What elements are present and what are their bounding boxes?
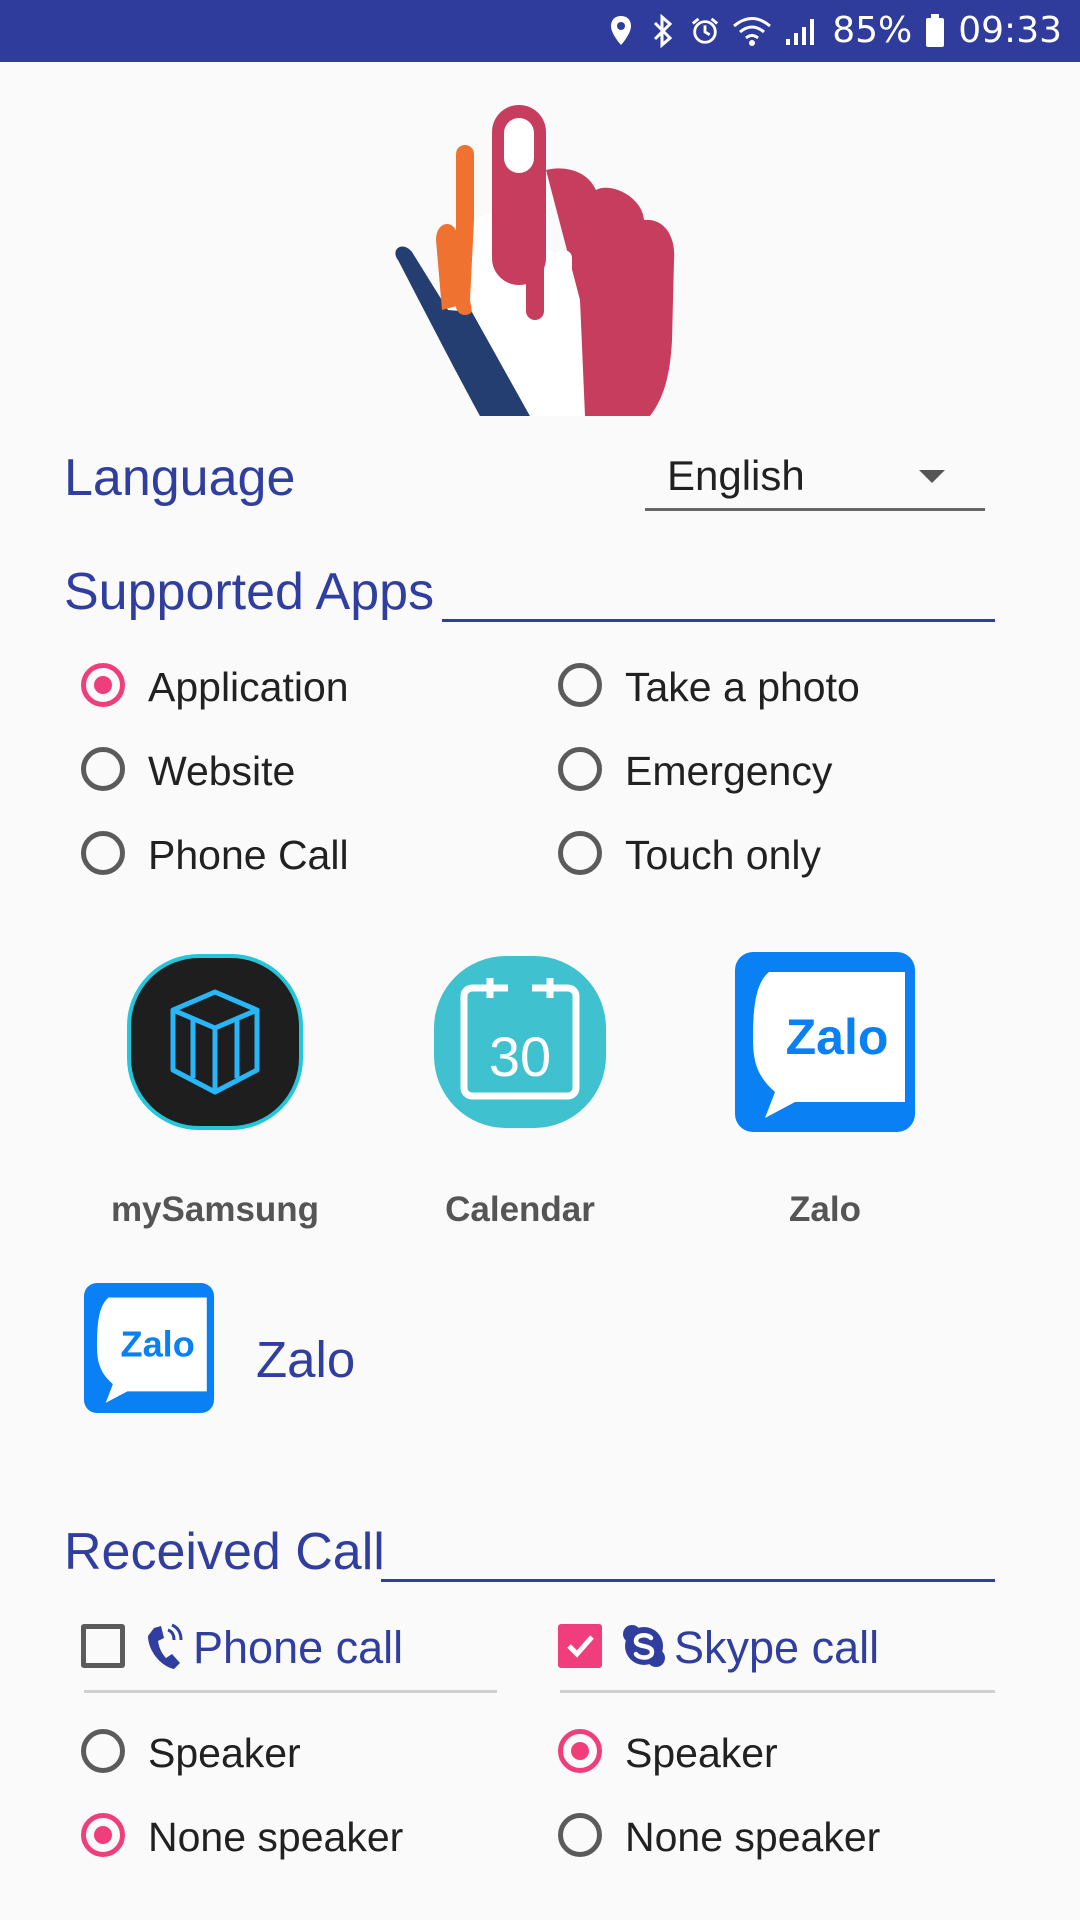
selected-app[interactable]: Zalo: [84, 1283, 214, 1413]
app-calendar[interactable]: 30: [430, 952, 610, 1132]
phone-call-divider: [84, 1690, 497, 1693]
selected-app-icon-text: Zalo: [121, 1324, 195, 1365]
zalo-icon: Zalo: [735, 952, 915, 1132]
radio-phone-call[interactable]: [81, 831, 125, 875]
skype-call-label[interactable]: Skype call: [674, 1622, 879, 1674]
option-label-touch-only[interactable]: Touch only: [625, 832, 821, 879]
radio-application[interactable]: [81, 663, 125, 707]
location-icon: [606, 12, 636, 50]
radio-emergency[interactable]: [558, 747, 602, 791]
zalo-icon-text: Zalo: [786, 1009, 889, 1065]
skype-call-divider: [560, 1690, 995, 1693]
battery-percent: 85%: [832, 10, 913, 51]
skype-call-checkbox[interactable]: [558, 1624, 602, 1668]
option-label-website[interactable]: Website: [148, 748, 295, 795]
skype-speaker-label[interactable]: Speaker: [625, 1730, 778, 1777]
calendar-icon-text: 30: [489, 1025, 551, 1088]
hand-logo-icon: [380, 100, 700, 420]
option-label-emergency[interactable]: Emergency: [625, 748, 832, 795]
radio-touch-only[interactable]: [558, 831, 602, 875]
wifi-icon: [732, 12, 772, 50]
battery-icon: [924, 12, 946, 50]
app-mysamsung[interactable]: [125, 952, 305, 1132]
option-label-take-a-photo[interactable]: Take a photo: [625, 664, 860, 711]
supported-apps-title: Supported Apps: [64, 563, 435, 621]
clock: 09:33: [958, 10, 1062, 51]
received-call-title: Received Call: [64, 1523, 385, 1581]
language-label: Language: [64, 449, 296, 507]
app-label-zalo: Zalo: [789, 1190, 861, 1229]
skype-icon: [622, 1624, 666, 1668]
app-label-mysamsung: mySamsung: [110, 1190, 320, 1229]
language-dropdown[interactable]: English: [645, 448, 985, 511]
selected-app-label: Zalo: [256, 1331, 356, 1388]
language-selected-value: English: [667, 452, 805, 499]
zalo-icon: Zalo: [84, 1283, 214, 1413]
alarm-icon: [690, 12, 720, 50]
option-label-phone-call[interactable]: Phone Call: [148, 832, 349, 879]
radio-skype-speaker[interactable]: [558, 1729, 602, 1773]
phone-none-speaker-label[interactable]: None speaker: [148, 1814, 403, 1861]
radio-skype-none-speaker[interactable]: [558, 1813, 602, 1857]
app-label-calendar: Calendar: [445, 1190, 595, 1229]
mysamsung-icon: [127, 954, 303, 1130]
dropdown-caret-icon: [919, 470, 945, 483]
calendar-icon: 30: [434, 956, 606, 1128]
radio-take-a-photo[interactable]: [558, 663, 602, 707]
app-zalo[interactable]: Zalo: [735, 952, 915, 1132]
checkmark-icon: [567, 1635, 594, 1658]
status-bar: 85% 09:33: [0, 0, 1080, 62]
bluetooth-icon: [648, 12, 678, 50]
radio-phone-none-speaker[interactable]: [81, 1813, 125, 1857]
skype-none-speaker-label[interactable]: None speaker: [625, 1814, 880, 1861]
phone-ringing-icon: [144, 1622, 184, 1672]
section-divider: [442, 619, 995, 622]
radio-phone-speaker[interactable]: [81, 1729, 125, 1773]
option-label-application[interactable]: Application: [148, 664, 349, 711]
phone-call-checkbox[interactable]: [81, 1624, 125, 1668]
section-divider: [381, 1579, 995, 1582]
phone-call-label[interactable]: Phone call: [193, 1622, 403, 1674]
radio-website[interactable]: [81, 747, 125, 791]
phone-speaker-label[interactable]: Speaker: [148, 1730, 301, 1777]
signal-icon: [784, 12, 820, 50]
